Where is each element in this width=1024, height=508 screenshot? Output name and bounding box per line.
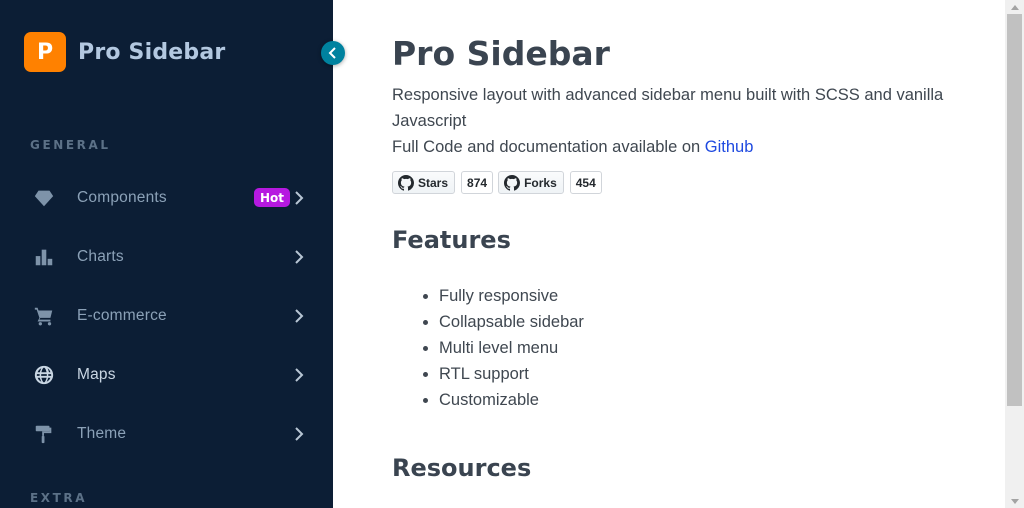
chevron-left-icon [328, 47, 336, 59]
cart-icon [32, 304, 56, 328]
github-buttons: Stars 874 Forks 454 [392, 171, 607, 194]
section-title-extra: EXTRA [30, 491, 88, 505]
chevron-right-icon [293, 427, 305, 441]
hot-badge: Hot [254, 188, 291, 207]
github-link[interactable]: Github [705, 138, 754, 156]
list-item: Collapsable sidebar [439, 309, 584, 335]
bar-chart-icon [32, 245, 56, 269]
list-item: RTL support [439, 361, 584, 387]
main-content: Pro Sidebar Responsive layout with advan… [333, 0, 1005, 508]
globe-icon [32, 363, 56, 387]
sidebar-item-charts[interactable]: Charts [0, 233, 333, 281]
sidebar-item-label: Components [77, 189, 167, 206]
stars-count[interactable]: 874 [461, 171, 494, 194]
intro-line-2-prefix: Full Code and documentation available on [392, 138, 705, 156]
app-window: P Pro Sidebar GENERAL Components Hot Cha… [0, 0, 1024, 508]
stars-label: Stars [418, 175, 449, 190]
scroll-down-arrow[interactable] [1005, 494, 1024, 508]
sidebar: P Pro Sidebar GENERAL Components Hot Cha… [0, 0, 333, 508]
brand-logo: P [24, 32, 66, 72]
forks-button[interactable]: Forks [498, 171, 564, 194]
sidebar-item-label: Maps [77, 366, 116, 383]
intro-text: Responsive layout with advanced sidebar … [392, 82, 972, 160]
sidebar-item-label: E-commerce [77, 307, 167, 324]
forks-label: Forks [524, 175, 557, 190]
features-list: Fully responsive Collapsable sidebar Mul… [439, 283, 584, 413]
collapse-sidebar-button[interactable] [321, 41, 345, 65]
sidebar-item-components[interactable]: Components Hot [0, 174, 333, 222]
sidebar-item-theme[interactable]: Theme [0, 410, 333, 458]
sidebar-item-ecommerce[interactable]: E-commerce [0, 292, 333, 340]
diamond-icon [32, 186, 56, 210]
chevron-right-icon [293, 309, 305, 323]
forks-count[interactable]: 454 [569, 171, 602, 194]
list-item: Multi level menu [439, 335, 584, 361]
list-item: Fully responsive [439, 283, 584, 309]
caret-up-icon [1010, 4, 1019, 10]
intro-line-1: Responsive layout with advanced sidebar … [392, 86, 944, 130]
intro-line-2: Full Code and documentation available on… [392, 134, 972, 160]
sidebar-item-label: Charts [77, 248, 124, 265]
page-title: Pro Sidebar [392, 34, 610, 73]
sidebar-item-maps[interactable]: Maps [0, 351, 333, 399]
brand-name: Pro Sidebar [78, 39, 226, 65]
resources-heading: Resources [392, 454, 532, 482]
sidebar-item-label: Theme [77, 425, 127, 442]
paint-roller-icon [32, 422, 56, 446]
section-title-general: GENERAL [30, 138, 111, 152]
github-icon [398, 174, 414, 191]
github-icon [504, 174, 521, 191]
chevron-right-icon [293, 250, 305, 264]
forks-group: Forks 454 [498, 171, 602, 194]
caret-down-icon [1010, 498, 1019, 504]
stars-group: Stars 874 [392, 171, 494, 194]
list-item: Customizable [439, 387, 584, 413]
chevron-right-icon [293, 368, 305, 382]
scroll-up-arrow[interactable] [1005, 0, 1024, 14]
features-heading: Features [392, 226, 511, 254]
stars-button[interactable]: Stars [392, 171, 456, 194]
chevron-right-icon [293, 191, 305, 205]
vertical-scrollbar[interactable] [1005, 0, 1024, 508]
scrollbar-thumb[interactable] [1007, 14, 1022, 406]
brand[interactable]: P Pro Sidebar [24, 32, 225, 72]
